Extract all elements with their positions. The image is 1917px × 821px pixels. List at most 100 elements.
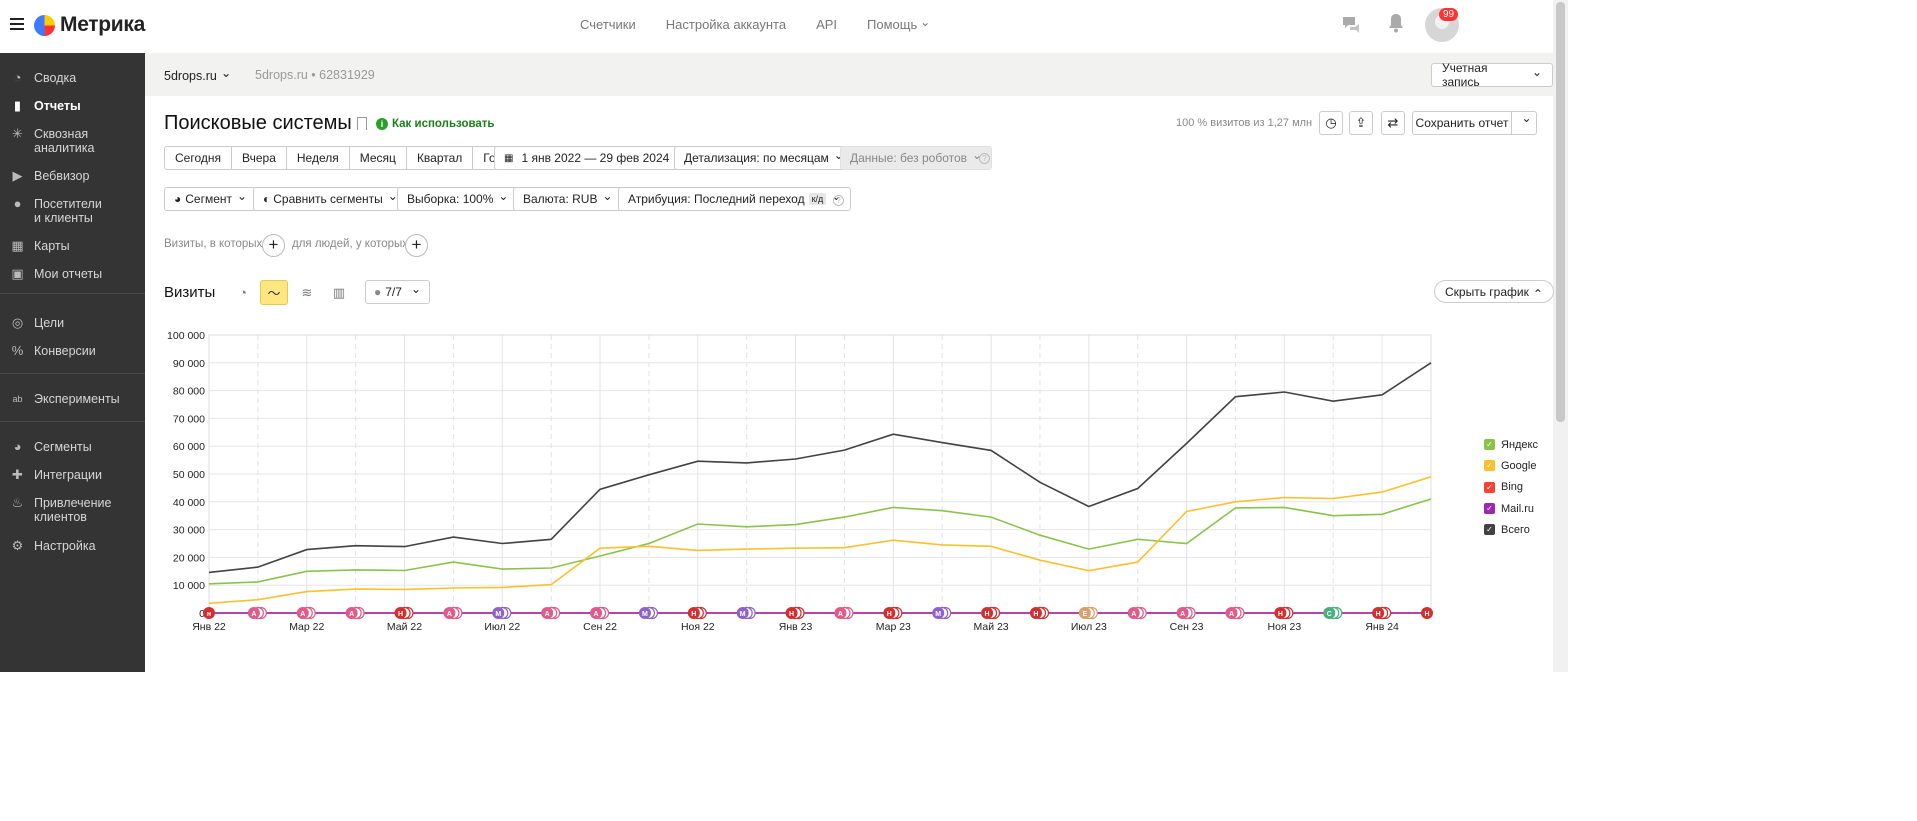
period-week[interactable]: Неделя — [286, 146, 350, 170]
period-yesterday[interactable]: Вчера — [232, 146, 287, 170]
comment-marker-label: А — [1131, 611, 1136, 618]
sidebar-item-my-reports[interactable]: ▣ Мои отчеты — [0, 267, 145, 282]
sidebar-item-reports[interactable]: ▮ Отчеты — [0, 98, 145, 114]
help-icon[interactable]: ? — [833, 195, 844, 206]
legend-item-total[interactable]: ✓ Всего — [1484, 519, 1538, 540]
plus-icon: + — [411, 235, 422, 254]
period-today[interactable]: Сегодня — [164, 146, 232, 170]
chat-icon[interactable] — [1341, 15, 1363, 33]
counter-selector[interactable]: 5drops.ru — [164, 68, 231, 83]
percent-icon: % — [11, 343, 24, 358]
metrika-logo-icon — [34, 14, 55, 36]
account-button[interactable]: Учетная запись — [1431, 61, 1553, 89]
fire-icon: ♨ — [11, 495, 24, 510]
sidebar-item-label: Мои отчеты — [34, 267, 103, 281]
hide-chart-button[interactable]: Скрыть график — [1434, 280, 1554, 303]
currency-dropdown[interactable]: Валюта: RUB — [513, 187, 623, 211]
legend-item-bing[interactable]: ✓ Bing — [1484, 477, 1538, 498]
comment-marker-label: Е — [1083, 611, 1088, 618]
sidebar-item-experiments[interactable]: ab Эксперименты — [0, 392, 145, 406]
comment-marker-label: А — [1180, 611, 1185, 618]
legend-label: Яндекс — [1501, 438, 1538, 451]
sidebar-item-maps[interactable]: ▦ Карты — [0, 239, 145, 254]
comment-marker-label: А — [1229, 611, 1234, 618]
x-tick-label: Май 23 — [973, 621, 1008, 633]
bookmark-icon[interactable] — [357, 117, 367, 130]
period-month[interactable]: Месяц — [349, 146, 407, 170]
visits-line-chart: 010 00020 00030 00040 00050 00060 00070 … — [167, 330, 1433, 633]
save-report-menu-button[interactable] — [1511, 111, 1537, 135]
comment-marker-label: Н — [789, 611, 794, 618]
attribution-label: Атрибуция: Последний переход — [628, 192, 805, 206]
plus-icon: + — [268, 235, 279, 254]
counter-id: 62831929 — [319, 68, 375, 82]
date-range-button[interactable]: ▦ 1 янв 2022 — 29 фев 2024 — [494, 146, 680, 170]
chart-type-pie[interactable]: ◔ — [229, 280, 257, 305]
y-tick-label: 50 000 — [173, 469, 205, 481]
legend-label: Всего — [1501, 523, 1530, 536]
sidebar-item-webvisor[interactable]: ▶ Вебвизор — [0, 168, 145, 184]
legend-item-mailru[interactable]: ✓ Mail.ru — [1484, 498, 1538, 519]
nav-counters[interactable]: Счетчики — [580, 17, 636, 32]
legend-item-google[interactable]: ✓ Google — [1484, 455, 1538, 476]
period-quarter[interactable]: Квартал — [406, 146, 474, 170]
sample-dropdown[interactable]: Выборка: 100% — [397, 187, 519, 211]
comments-button[interactable]: ● 7/7 — [365, 280, 430, 304]
menu-icon[interactable] — [10, 18, 24, 30]
comment-marker-label: М — [740, 611, 746, 618]
history-button[interactable]: ◷ — [1319, 111, 1343, 135]
chart-type-line[interactable]: 〜 — [260, 280, 288, 305]
segment-button[interactable]: ◕ Сегмент — [164, 187, 258, 211]
top-nav: Счетчики Настройка аккаунта API Помощь — [580, 17, 930, 32]
chart-type-bar[interactable]: ▥ — [325, 280, 353, 305]
sidebar-item-segments[interactable]: ◕ Сегменты — [0, 440, 145, 455]
x-tick-label: Янв 23 — [779, 621, 813, 633]
comment-marker-label: М — [642, 611, 648, 618]
save-report-button[interactable]: Сохранить отчет — [1412, 111, 1512, 135]
detail-dropdown[interactable]: Детализация: по месяцам — [674, 146, 854, 170]
help-icon[interactable]: ? — [979, 153, 990, 164]
gear-icon: ⚙ — [11, 538, 24, 553]
sidebar-item-goals[interactable]: ◎ Цели — [0, 316, 145, 331]
attribution-dropdown[interactable]: Атрибуция: Последний переход к/д — [618, 187, 852, 211]
share-button[interactable]: ⇄ — [1381, 111, 1405, 135]
nav-help[interactable]: Помощь — [867, 17, 930, 32]
link-icon: ⇄ — [1387, 115, 1399, 130]
chart-type-area[interactable]: ≋ — [293, 280, 321, 305]
x-tick-label: Ноя 22 — [681, 621, 715, 633]
comment-marker-label: н — [207, 611, 211, 618]
chevron-down-icon — [493, 192, 508, 206]
page-scrollbar[interactable] — [1553, 0, 1568, 672]
logo[interactable]: Метрика — [34, 13, 145, 37]
bar-chart-icon: ▮ — [13, 98, 22, 113]
sidebar-item-client-acquisition[interactable]: ♨ Привлечение клиентов — [0, 495, 145, 525]
detail-label: Детализация: по месяцам — [684, 151, 829, 165]
bell-icon[interactable] — [1388, 13, 1404, 33]
sidebar-item-conversions[interactable]: % Конверсии — [0, 343, 145, 359]
x-tick-label: Мар 23 — [876, 621, 911, 633]
logo-text: Метрика — [60, 13, 146, 36]
sidebar-item-settings[interactable]: ⚙ Настройка — [0, 538, 145, 554]
add-visit-filter-button[interactable]: + — [262, 234, 285, 257]
comment-marker-label: А — [300, 611, 305, 618]
how-to-use-link[interactable]: i Как использовать — [376, 118, 495, 130]
sidebar-item-visitors[interactable]: ● Посетители и клиенты — [0, 196, 145, 226]
sidebar-item-summary[interactable]: ◔ Сводка — [0, 70, 145, 86]
legend-item-yandex[interactable]: ✓ Яндекс — [1484, 434, 1538, 455]
nav-account-settings[interactable]: Настройка аккаунта — [666, 17, 786, 32]
add-people-filter-button[interactable]: + — [405, 234, 428, 257]
data-filter-dropdown[interactable]: Данные: без роботов — [840, 146, 993, 170]
sidebar-item-end-to-end-analytics[interactable]: ✳ Сквозная аналитика — [0, 127, 145, 156]
sidebar-item-label: Настройка — [34, 539, 96, 553]
sidebar-item-integrations[interactable]: ✚ Интеграции — [0, 468, 145, 483]
export-button[interactable]: ⇪ — [1349, 111, 1373, 135]
gauge-icon: ◔ — [13, 70, 22, 85]
data-filter-label: Данные: без роботов — [850, 151, 968, 165]
nav-api[interactable]: API — [816, 17, 837, 32]
user-icon: ● — [13, 196, 22, 211]
compare-segments-button[interactable]: ◐ Сравнить сегменты — [253, 187, 408, 211]
play-icon: ▶ — [12, 168, 23, 183]
y-tick-label: 10 000 — [173, 580, 205, 592]
currency-label: Валюта: RUB — [523, 192, 598, 206]
counter-name: 5drops.ru — [255, 68, 308, 82]
